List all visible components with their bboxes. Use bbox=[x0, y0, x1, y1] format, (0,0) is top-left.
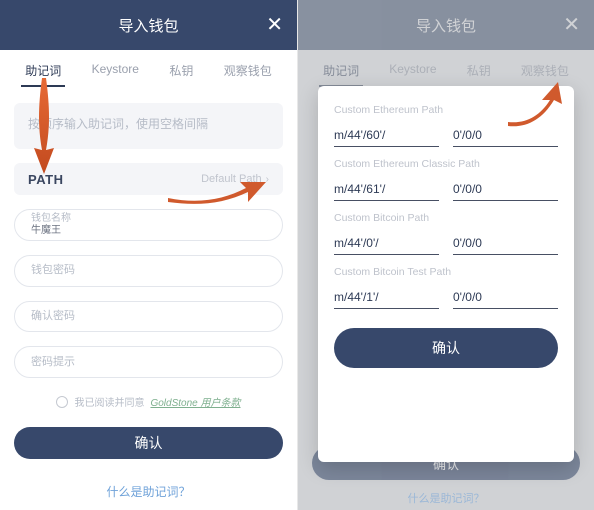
path-row-eth: m/44'/60'/ 0'/0/0 bbox=[334, 124, 558, 148]
path-prefix-input[interactable]: m/44'/1'/ bbox=[334, 286, 439, 309]
help-link[interactable]: 什么是助记词？ bbox=[14, 473, 283, 510]
form-body: 按顺序输入助记词，使用空格间隔 PATH Default Path › 钱包名称… bbox=[0, 93, 297, 510]
path-group-title: Custom Ethereum Path bbox=[334, 104, 558, 116]
wallet-name-field[interactable]: 钱包名称 牛魔王 bbox=[14, 209, 283, 241]
confirm-password-label: 确认密码 bbox=[31, 310, 266, 323]
confirm-button-label: 确认 bbox=[135, 433, 163, 453]
path-sheet: Custom Ethereum Path m/44'/60'/ 0'/0/0 C… bbox=[318, 86, 574, 462]
close-icon[interactable]: ✕ bbox=[266, 15, 283, 35]
wallet-name-value: 牛魔王 bbox=[31, 225, 266, 237]
sheet-confirm-label: 确认 bbox=[432, 338, 460, 358]
path-group-title: Custom Bitcoin Test Path bbox=[334, 266, 558, 278]
right-panel: 导入钱包 ✕ 助记词 Keystore 私钥 观察钱包 确认 什么是助记词？ C… bbox=[297, 0, 594, 510]
path-value: Default Path › bbox=[201, 173, 269, 185]
tab-keystore[interactable]: Keystore bbox=[92, 62, 139, 87]
terms-prefix: 我已阅读并同意 bbox=[74, 394, 144, 409]
terms-row[interactable]: 我已阅读并同意 GoldStone 用户条款 bbox=[14, 394, 283, 409]
path-prefix-input[interactable]: m/44'/0'/ bbox=[334, 232, 439, 255]
path-row-btc: m/44'/0'/ 0'/0/0 bbox=[334, 232, 558, 256]
tab-watch[interactable]: 观察钱包 bbox=[224, 62, 272, 87]
path-group-title: Custom Ethereum Classic Path bbox=[334, 158, 558, 170]
path-label: PATH bbox=[28, 172, 63, 187]
mnemonic-placeholder: 按顺序输入助记词，使用空格间隔 bbox=[28, 117, 208, 131]
password-hint-label: 密码提示 bbox=[31, 356, 266, 369]
wallet-password-label: 钱包密码 bbox=[31, 264, 266, 277]
path-suffix-input[interactable]: 0'/0/0 bbox=[453, 232, 558, 255]
path-prefix-input[interactable]: m/44'/60'/ bbox=[334, 124, 439, 147]
tab-mnemonic[interactable]: 助记词 bbox=[25, 62, 61, 87]
path-suffix-input[interactable]: 0'/0/0 bbox=[453, 286, 558, 309]
header-bar: 导入钱包 ✕ bbox=[0, 0, 297, 50]
path-value-text: Default Path bbox=[201, 173, 262, 185]
chevron-right-icon: › bbox=[266, 174, 269, 185]
help-link-text: 什么是助记词？ bbox=[408, 493, 485, 505]
help-link-text: 什么是助记词？ bbox=[106, 485, 190, 499]
path-row-etc: m/44'/61'/ 0'/0/0 bbox=[334, 178, 558, 202]
path-suffix-input[interactable]: 0'/0/0 bbox=[453, 124, 558, 147]
path-group-title: Custom Bitcoin Path bbox=[334, 212, 558, 224]
confirm-password-field[interactable]: 确认密码 bbox=[14, 301, 283, 333]
path-suffix-input[interactable]: 0'/0/0 bbox=[453, 178, 558, 201]
confirm-button[interactable]: 确认 bbox=[14, 427, 283, 459]
terms-link[interactable]: GoldStone 用户条款 bbox=[150, 394, 240, 409]
tabs-row: 助记词 Keystore 私钥 观察钱包 bbox=[0, 50, 297, 93]
mnemonic-input[interactable]: 按顺序输入助记词，使用空格间隔 bbox=[14, 103, 283, 149]
wallet-name-label: 钱包名称 bbox=[31, 213, 266, 225]
path-row[interactable]: PATH Default Path › bbox=[14, 163, 283, 195]
path-prefix-input[interactable]: m/44'/61'/ bbox=[334, 178, 439, 201]
help-link: 什么是助记词？ bbox=[312, 486, 580, 506]
header-title: 导入钱包 bbox=[118, 15, 178, 36]
password-hint-field[interactable]: 密码提示 bbox=[14, 346, 283, 378]
wallet-password-field[interactable]: 钱包密码 bbox=[14, 255, 283, 287]
sheet-confirm-button[interactable]: 确认 bbox=[334, 328, 558, 368]
tab-privatekey[interactable]: 私钥 bbox=[169, 62, 193, 87]
terms-checkbox-icon[interactable] bbox=[56, 396, 68, 408]
path-row-btc-test: m/44'/1'/ 0'/0/0 bbox=[334, 286, 558, 310]
left-panel: 导入钱包 ✕ 助记词 Keystore 私钥 观察钱包 按顺序输入助记词，使用空… bbox=[0, 0, 297, 510]
